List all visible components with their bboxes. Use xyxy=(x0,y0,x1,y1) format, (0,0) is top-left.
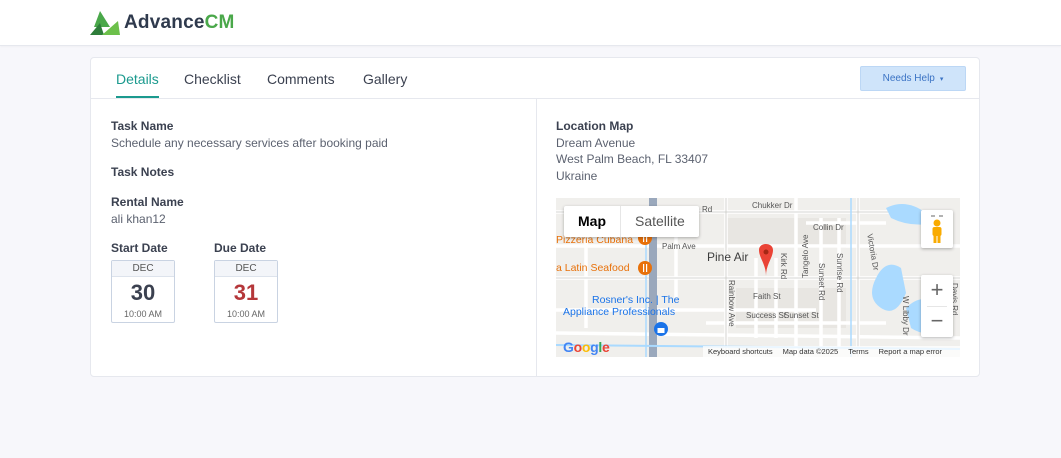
street-label-palm: Palm Ave xyxy=(662,242,696,251)
zoom-separator xyxy=(927,306,947,307)
due-date-time: 10:00 AM xyxy=(226,309,266,319)
street-label-sunrise: Sunrise Rd xyxy=(835,253,844,293)
address-line-1: Dream Avenue xyxy=(556,136,636,150)
due-date-box: DEC 31 10:00 AM xyxy=(214,260,278,323)
task-card: Details Checklist Comments Gallery Needs… xyxy=(90,57,980,377)
tab-bar: Details Checklist Comments Gallery Needs… xyxy=(91,58,979,99)
street-label-faith: Faith St xyxy=(753,292,781,301)
needs-help-button[interactable]: Needs Help ▾ xyxy=(860,66,966,91)
rental-name-label: Rental Name xyxy=(111,195,184,209)
street-label-success: Success St xyxy=(746,311,787,320)
tab-details[interactable]: Details xyxy=(116,71,159,98)
terms-link[interactable]: Terms xyxy=(848,347,868,356)
address-line-3: Ukraine xyxy=(556,169,598,183)
logo-icon xyxy=(90,11,120,35)
location-map[interactable]: Rd Chukker Dr Collin Dr Palm Ave Kirk Rd… xyxy=(556,198,960,357)
street-label-chukker: Chukker Dr xyxy=(752,201,793,210)
street-label-sunset-rd: Sunset Rd xyxy=(817,263,826,301)
task-name-value: Schedule any necessary services after bo… xyxy=(111,136,388,150)
map-data-text: Map data ©2025 xyxy=(782,347,839,356)
poi-rosner-line-2[interactable]: Appliance Professionals xyxy=(563,306,675,318)
due-date-day: 31 xyxy=(233,280,259,305)
street-label-rd: Rd xyxy=(702,205,713,214)
start-date-box: DEC 30 10:00 AM xyxy=(111,260,175,323)
brand-name: AdvanceCM xyxy=(124,12,235,34)
location-map-label: Location Map xyxy=(556,119,634,133)
address-line-2: West Palm Beach, FL 33407 xyxy=(556,152,709,166)
start-date-day: 30 xyxy=(130,280,156,305)
brand-name-part-1: Advance xyxy=(124,12,205,33)
street-label-tangelo: Tangelo Ave xyxy=(801,234,810,278)
due-date-month: DEC xyxy=(215,261,277,277)
start-date-month: DEC xyxy=(112,261,174,277)
google-logo: Google xyxy=(563,339,610,355)
tab-gallery[interactable]: Gallery xyxy=(363,71,407,96)
start-date-label: Start Date xyxy=(111,241,168,255)
street-label-rainbow: Rainbow Ave xyxy=(727,280,736,327)
place-label: Pine Air xyxy=(707,250,749,264)
rental-name-value: ali khan12 xyxy=(111,212,166,226)
needs-help-label: Needs Help xyxy=(882,73,935,84)
caret-down-icon: ▾ xyxy=(939,75,944,83)
poi-seafood[interactable]: a Latin Seafood xyxy=(556,262,630,274)
due-date-label: Due Date xyxy=(214,241,267,255)
tab-comments[interactable]: Comments xyxy=(267,71,335,96)
brand-name-part-2: CM xyxy=(204,12,235,33)
poi-rosner-line-1[interactable]: Rosner's Inc. | The xyxy=(592,294,679,306)
column-divider xyxy=(536,99,537,377)
map-footer: Keyboard shortcuts Map data ©2025 Terms … xyxy=(703,346,960,357)
street-label-kirk: Kirk Rd xyxy=(779,253,788,280)
task-name-label: Task Name xyxy=(111,119,174,133)
restaurant-poi-icon-2 xyxy=(638,261,652,275)
keyboard-shortcuts-link[interactable]: Keyboard shortcuts xyxy=(708,347,773,356)
street-label-libby: W Libby Dr xyxy=(901,296,910,336)
top-bar: AdvanceCM xyxy=(0,0,1061,46)
report-map-error-link[interactable]: Report a map error xyxy=(879,347,942,356)
task-notes-label: Task Notes xyxy=(111,165,175,179)
map-type-control: Map Satellite xyxy=(564,206,699,237)
street-label-collin: Collin Dr xyxy=(813,223,844,232)
zoom-in-button[interactable]: + xyxy=(921,275,953,306)
map-type-map-button[interactable]: Map xyxy=(564,206,621,237)
pegman-icon xyxy=(931,215,943,243)
street-view-pegman[interactable] xyxy=(921,210,953,248)
tab-checklist[interactable]: Checklist xyxy=(184,71,241,96)
street-label-sunset-st: Sunset St xyxy=(784,311,819,320)
zoom-out-button[interactable]: − xyxy=(921,306,953,337)
start-date-time: 10:00 AM xyxy=(123,309,163,319)
brand-logo[interactable]: AdvanceCM xyxy=(90,10,235,36)
zoom-control: + − xyxy=(921,275,953,337)
map-type-satellite-button[interactable]: Satellite xyxy=(621,206,699,237)
